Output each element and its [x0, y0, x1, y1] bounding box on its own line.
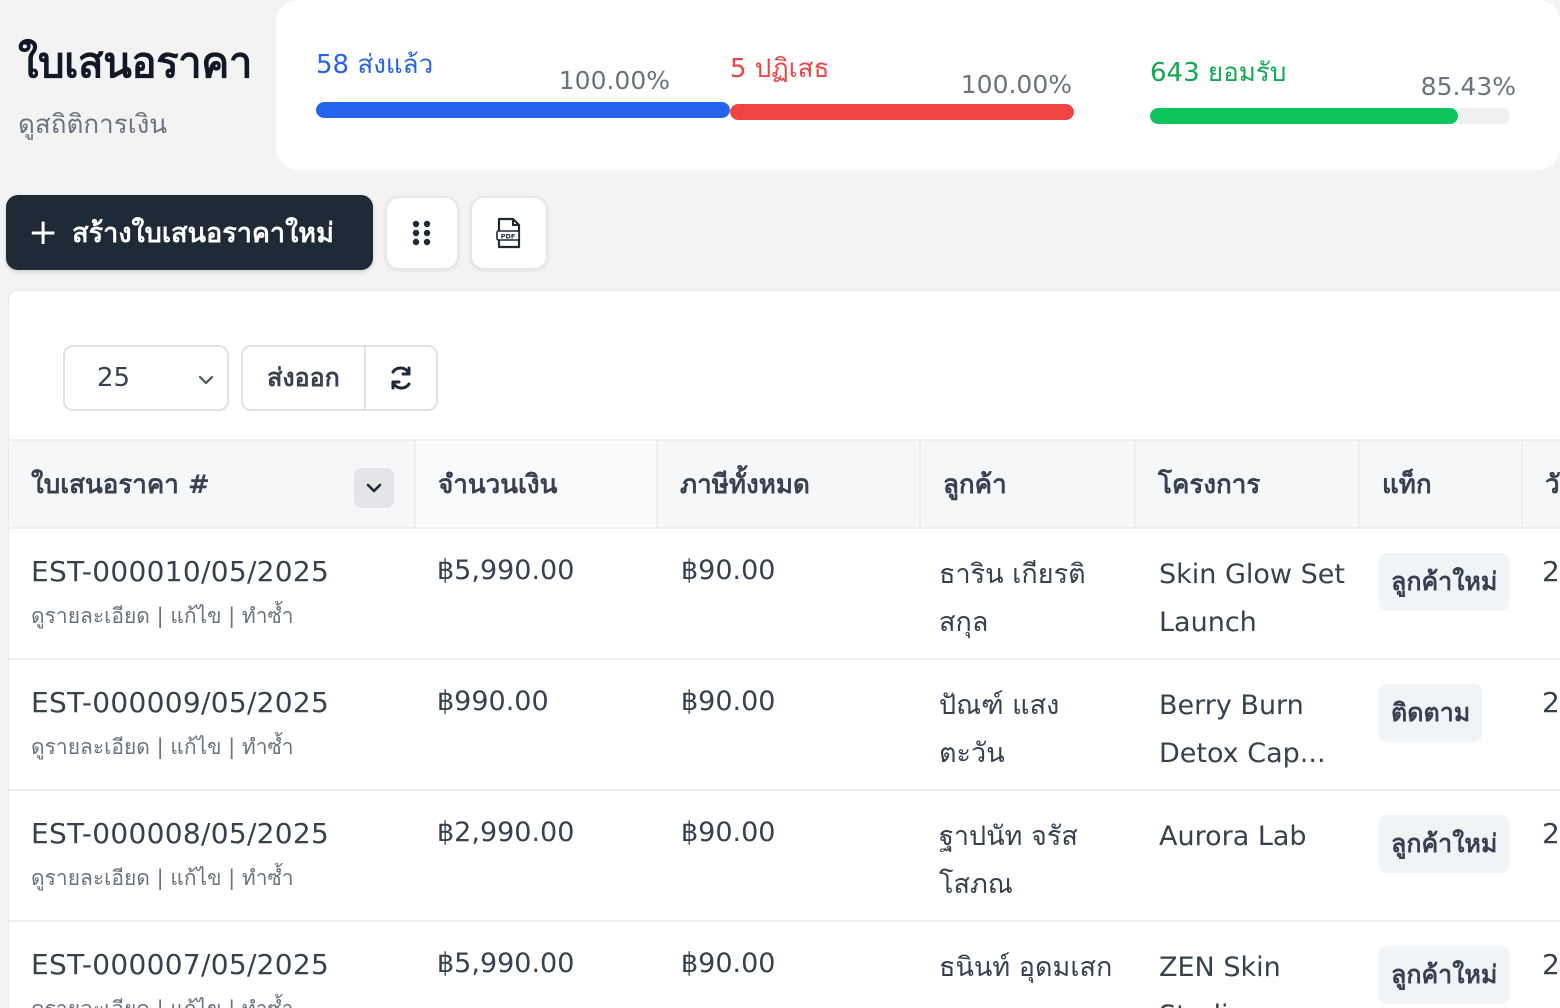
stat-accepted-fill: [1150, 108, 1458, 124]
stat-rejected-fill: [730, 104, 1074, 120]
date-cell: 2: [1542, 555, 1560, 588]
table-row: EST-000009/05/2025 ดูรายละเอียด | แก้ไข …: [9, 660, 1560, 791]
export-button[interactable]: ส่งออก: [243, 347, 366, 409]
create-estimate-label: สร้างใบเสนอราคาใหม่: [72, 218, 334, 249]
column-header-tax[interactable]: ภาษีทั้งหมด: [658, 441, 921, 527]
stat-rejected: 5 ปฏิเสธ 100.00%: [730, 48, 1074, 128]
table-row: EST-000008/05/2025 ดูรายละเอียด | แก้ไข …: [9, 791, 1560, 922]
table-row: EST-000010/05/2025 ดูรายละเอียด | แก้ไข …: [9, 529, 1560, 660]
tag-badge: ลูกค้าใหม่: [1379, 946, 1510, 1004]
table-actions-group: ส่งออก: [241, 345, 438, 411]
stat-rejected-percent: 100.00%: [960, 70, 1072, 99]
tax-cell: ฿90.00: [681, 686, 776, 717]
table-header: ใบเสนอราคา # จำนวนเงิน ภาษีทั้งหมด ลูกค้…: [9, 439, 1560, 529]
estimate-cell: EST-000010/05/2025 ดูรายละเอียด | แก้ไข …: [31, 555, 329, 633]
estimates-page: ใบเสนอราคา ดูสถิติการเงิน 58 ส่งแล้ว 100…: [0, 0, 1560, 1008]
date-cell: 2: [1542, 948, 1560, 981]
grid-dots-icon: [412, 220, 431, 246]
column-header-number[interactable]: ใบเสนอราคา #: [9, 441, 416, 527]
column-header-number-label: ใบเสนอราคา #: [31, 469, 210, 500]
title-block: ใบเสนอราคา ดูสถิติการเงิน: [18, 30, 252, 145]
project-cell[interactable]: Berry Burn Detox Cap...: [1159, 682, 1349, 778]
column-header-project[interactable]: โครงการ: [1136, 441, 1360, 527]
date-cell: 2: [1542, 817, 1560, 850]
columns-toggle-button[interactable]: [385, 196, 459, 270]
svg-text:PDF: PDF: [501, 233, 516, 241]
row-action-links[interactable]: ดูรายละเอียด | แก้ไข | ทำซ้ำ: [31, 862, 329, 895]
customer-cell[interactable]: ปัณฑ์ แสงตะวัน: [939, 682, 1119, 778]
estimate-cell: EST-000009/05/2025 ดูรายละเอียด | แก้ไข …: [31, 686, 329, 764]
stat-rejected-track: [730, 104, 1074, 120]
stat-rejected-label: 5 ปฏิเสธ: [730, 54, 830, 84]
refresh-button[interactable]: [366, 347, 436, 409]
export-pdf-button[interactable]: PDF: [470, 196, 548, 270]
estimate-cell: EST-000008/05/2025 ดูรายละเอียด | แก้ไข …: [31, 817, 329, 895]
stats-card: 58 ส่งแล้ว 100.00% 5 ปฏิเสธ 100.00% 643 …: [276, 0, 1560, 170]
estimate-number[interactable]: EST-000010/05/2025: [31, 555, 329, 588]
tax-cell: ฿90.00: [681, 817, 776, 848]
amount-cell: ฿990.00: [437, 686, 549, 717]
date-cell: 2: [1542, 686, 1560, 719]
column-header-amount[interactable]: จำนวนเงิน: [416, 441, 658, 527]
row-action-links[interactable]: ดูรายละเอียด | แก้ไข | ทำซ้ำ: [31, 993, 329, 1008]
estimate-number[interactable]: EST-000007/05/2025: [31, 948, 329, 981]
stat-accepted-track: [1150, 108, 1510, 124]
create-estimate-button[interactable]: + สร้างใบเสนอราคาใหม่: [6, 195, 373, 270]
stat-sent-percent: 100.00%: [558, 66, 670, 95]
stat-sent-track: [316, 102, 730, 118]
table-row: EST-000007/05/2025 ดูรายละเอียด | แก้ไข …: [9, 922, 1560, 1008]
column-header-date[interactable]: วั: [1523, 441, 1560, 527]
estimate-number[interactable]: EST-000008/05/2025: [31, 817, 329, 850]
chevron-down-icon: [366, 483, 382, 493]
column-sort-button[interactable]: [354, 468, 394, 508]
tag-badge: ลูกค้าใหม่: [1379, 815, 1510, 873]
page-size-value: 25: [97, 363, 131, 393]
amount-cell: ฿2,990.00: [437, 817, 575, 848]
refresh-icon: [391, 366, 411, 390]
customer-cell[interactable]: ธาริน เกียรติสกุล: [939, 551, 1119, 647]
tag-badge: ลูกค้าใหม่: [1379, 553, 1510, 611]
page-title: ใบเสนอราคา: [18, 38, 252, 87]
pdf-file-icon: PDF: [496, 217, 521, 249]
estimate-number[interactable]: EST-000009/05/2025: [31, 686, 329, 719]
stat-accepted: 643 ยอมรับ 85.43%: [1150, 52, 1516, 132]
customer-cell[interactable]: ฐาปนัท จรัสโสภณ: [939, 813, 1119, 909]
project-cell[interactable]: Aurora Lab: [1159, 813, 1349, 861]
tax-cell: ฿90.00: [681, 948, 776, 979]
stat-sent: 58 ส่งแล้ว 100.00%: [316, 44, 730, 124]
stat-accepted-label: 643 ยอมรับ: [1150, 58, 1287, 88]
tag-badge: ติดตาม: [1379, 684, 1483, 742]
project-cell[interactable]: Skin Glow Set Launch: [1159, 551, 1349, 647]
estimate-cell: EST-000007/05/2025 ดูรายละเอียด | แก้ไข …: [31, 948, 329, 1008]
tax-cell: ฿90.00: [681, 555, 776, 586]
amount-cell: ฿5,990.00: [437, 555, 575, 586]
column-header-tags[interactable]: แท็ก: [1360, 441, 1523, 527]
plus-icon: +: [28, 211, 59, 253]
row-action-links[interactable]: ดูรายละเอียด | แก้ไข | ทำซ้ำ: [31, 731, 329, 764]
stat-sent-fill: [316, 102, 730, 118]
row-action-links[interactable]: ดูรายละเอียด | แก้ไข | ทำซ้ำ: [31, 600, 329, 633]
stat-sent-label: 58 ส่งแล้ว: [316, 50, 434, 80]
page-size-select[interactable]: 25: [63, 345, 229, 411]
stat-accepted-percent: 85.43%: [1420, 72, 1516, 101]
estimates-table-card: 25 ส่งออก ใบเสนอราคา # จำนวนเงิน ภาษีทั้…: [8, 290, 1560, 1008]
amount-cell: ฿5,990.00: [437, 948, 575, 979]
project-cell[interactable]: ZEN Skin Studio: [1159, 944, 1349, 1008]
column-header-customer[interactable]: ลูกค้า: [921, 441, 1136, 527]
page-subtitle: ดูสถิติการเงิน: [18, 110, 168, 140]
customer-cell[interactable]: ธนินท์ อุดมเสก: [939, 944, 1129, 992]
chevron-down-icon: [198, 375, 214, 385]
